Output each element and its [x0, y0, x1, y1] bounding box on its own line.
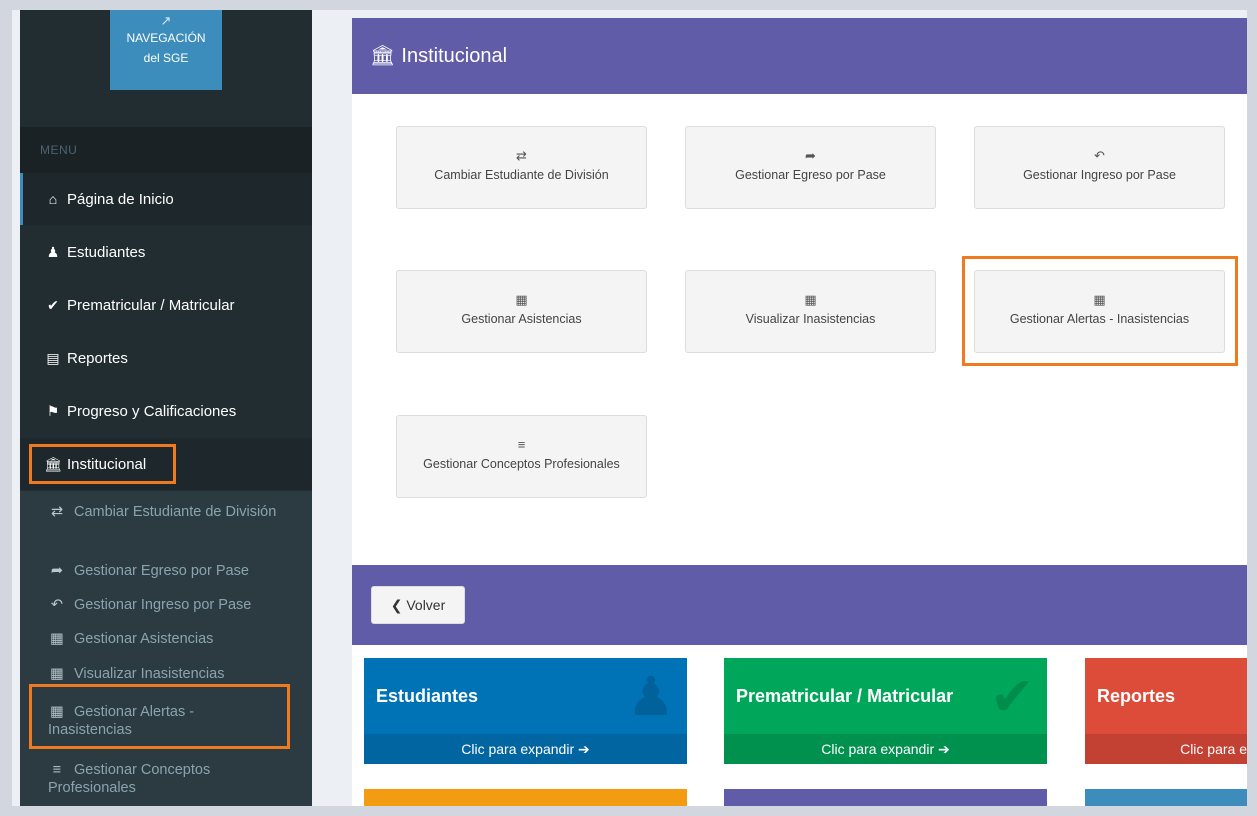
submenu-item-asistencias[interactable]: ▦ Gestionar Asistencias: [20, 630, 312, 648]
tile-label: Visualizar Inasistencias: [745, 312, 876, 326]
submenu-item-alertas-inasistencias[interactable]: ▦ Gestionar Alertas - Inasistencias: [20, 703, 312, 739]
tile-asistencias[interactable]: ▦ Gestionar Asistencias: [396, 270, 647, 353]
submenu-item-label: Visualizar Inasistencias: [74, 666, 225, 682]
calendar-icon: ▦: [50, 704, 64, 720]
submenu-item-label: Gestionar Ingreso por Pase: [74, 597, 252, 613]
tile-egreso-pase[interactable]: ➦ Gestionar Egreso por Pase: [685, 126, 936, 209]
arrow-circle-right-icon: ➔: [574, 741, 590, 757]
sidebar-item-label: Progreso y Calificaciones: [67, 403, 237, 420]
student-icon: ♟: [626, 667, 675, 727]
tile-label: Gestionar Conceptos Profesionales: [423, 457, 620, 471]
sidebar-item-prematricular[interactable]: ✔ Prematricular / Matricular: [20, 279, 312, 331]
sidebar-item-pagina-de-inicio[interactable]: ⌂ Página de Inicio: [20, 173, 312, 225]
sidebar-item-label: Prematricular / Matricular: [67, 297, 235, 314]
tile-cambiar-estudiante[interactable]: ⇄ Cambiar Estudiante de División: [396, 126, 647, 209]
reply-icon: ↶: [1094, 148, 1105, 163]
sidebar-item-label: Reportes: [67, 350, 128, 367]
box-title: Estudiantes: [376, 686, 479, 706]
page-title: Institucional: [401, 45, 508, 67]
tile-label: Gestionar Alertas - Inasistencias: [1009, 312, 1190, 326]
share-icon: ➦: [50, 563, 64, 579]
sge-button-line1: NAVEGACIÓN: [126, 31, 206, 45]
external-link-icon: ↗: [160, 13, 172, 28]
share-icon: ➦: [805, 148, 816, 163]
tile-label: Gestionar Egreso por Pase: [735, 168, 886, 182]
submenu-item-ingreso-pase[interactable]: ↶ Gestionar Ingreso por Pase: [20, 596, 312, 614]
submenu-item-label: Gestionar Alertas - Inasistencias: [48, 704, 195, 738]
bank-icon: 🏛: [370, 45, 396, 67]
tile-label: Cambiar Estudiante de División: [434, 168, 609, 182]
calendar-icon: ▦: [50, 631, 64, 647]
flag-icon: ⚑: [46, 403, 60, 419]
box-reportes[interactable]: Reportes Clic para e: [1085, 658, 1247, 764]
list-icon: ≡: [52, 762, 62, 778]
sidebar-item-label: Página de Inicio: [67, 191, 174, 208]
box-title: Prematricular / Matricular: [736, 686, 954, 706]
expand-label: Clic para expandir: [461, 741, 575, 757]
sidebar-item-institucional[interactable]: 🏛 Institucional: [20, 438, 312, 490]
sidebar-item-label: Institucional: [67, 456, 147, 473]
expand-link[interactable]: Clic para expandir ➔: [724, 734, 1047, 764]
submenu-item-label: Gestionar Asistencias: [74, 631, 214, 647]
box-prematricular[interactable]: ✔ Prematricular / Matricular Clic para e…: [724, 658, 1047, 764]
tile-visualizar-inasistencias[interactable]: ▦ Visualizar Inasistencias: [685, 270, 936, 353]
sge-navigation-button[interactable]: ↗ NAVEGACIÓN del SGE: [110, 10, 222, 90]
sidebar-item-estudiantes[interactable]: ♟ Estudiantes: [20, 226, 312, 278]
student-icon: ♟: [46, 244, 60, 260]
box-title: Reportes: [1097, 686, 1176, 706]
app-frame: ↗ NAVEGACIÓN del SGE MENU ⌂ Página de Ini…: [12, 10, 1247, 806]
expand-link[interactable]: Clic para expandir ➔: [364, 734, 687, 764]
submenu-item-visualizar-inasistencias[interactable]: ▦ Visualizar Inasistencias: [20, 665, 312, 683]
sidebar-item-reportes[interactable]: ▤ Reportes: [20, 332, 312, 384]
tile-conceptos-profesionales[interactable]: ≡ Gestionar Conceptos Profesionales: [396, 415, 647, 498]
expand-label: Clic para expandir: [821, 741, 935, 757]
submenu-item-cambiar-estudiante[interactable]: ⇄ Cambiar Estudiante de División: [20, 503, 312, 521]
submenu-item-conceptos-profesionales[interactable]: ≡ Gestionar Conceptos Profesionales: [20, 761, 312, 797]
check-icon: ✔: [989, 667, 1035, 727]
action-bar: ❮ Volver: [352, 565, 1247, 645]
arrow-circle-right-icon: ➔: [934, 741, 950, 757]
sge-button-line2: del SGE: [143, 51, 189, 65]
bank-icon: 🏛: [44, 456, 62, 472]
submenu-item-egreso-pase[interactable]: ➦ Gestionar Egreso por Pase: [20, 562, 312, 580]
calendar-icon: ▦: [1093, 292, 1106, 307]
submenu-item-label: Cambiar Estudiante de División: [74, 504, 277, 520]
tile-label: Gestionar Ingreso por Pase: [1023, 168, 1176, 182]
retweet-icon: ⇄: [50, 504, 64, 520]
box-partial-orange[interactable]: [364, 789, 687, 806]
document-icon: ▤: [46, 350, 60, 366]
sidebar-item-progreso[interactable]: ⚑ Progreso y Calificaciones: [20, 385, 312, 437]
calendar-icon: ▦: [50, 666, 64, 682]
expand-link[interactable]: Clic para e: [1085, 734, 1247, 764]
submenu-item-label: Gestionar Conceptos Profesionales: [48, 762, 211, 796]
expand-label: Clic para e: [1180, 741, 1247, 757]
calendar-icon: ▦: [515, 292, 528, 307]
check-icon: ✔: [47, 297, 59, 313]
institucional-submenu: ⇄ Cambiar Estudiante de División ➦ Gestion…: [20, 491, 312, 806]
list-icon: ≡: [517, 437, 526, 452]
sidebar-item-label: Estudiantes: [67, 244, 146, 261]
tile-alertas-inasistencias[interactable]: ▦ Gestionar Alertas - Inasistencias: [974, 270, 1225, 353]
menu-header: MENU: [20, 127, 312, 173]
chevron-left-icon: ❮: [390, 597, 403, 613]
box-partial-purple[interactable]: [724, 789, 1047, 806]
sidebar: ↗ NAVEGACIÓN del SGE MENU ⌂ Página de Ini…: [20, 10, 312, 806]
submenu-item-label: Gestionar Egreso por Pase: [74, 563, 249, 579]
back-button[interactable]: ❮ Volver: [371, 586, 465, 624]
back-button-label: Volver: [406, 597, 446, 613]
calendar-icon: ▦: [804, 292, 817, 307]
home-icon: ⌂: [48, 191, 58, 207]
page-header: 🏛 Institucional: [352, 18, 1247, 94]
box-partial-blue[interactable]: [1085, 789, 1247, 806]
tile-ingreso-pase[interactable]: ↶ Gestionar Ingreso por Pase: [974, 126, 1225, 209]
main-content: 🏛 Institucional ⇄ Cambiar Estudiante de D…: [352, 18, 1247, 806]
retweet-icon: ⇄: [516, 148, 527, 163]
tile-label: Gestionar Asistencias: [461, 312, 582, 326]
reply-icon: ↶: [50, 597, 64, 613]
box-estudiantes[interactable]: ♟ Estudiantes Clic para expandir ➔: [364, 658, 687, 764]
